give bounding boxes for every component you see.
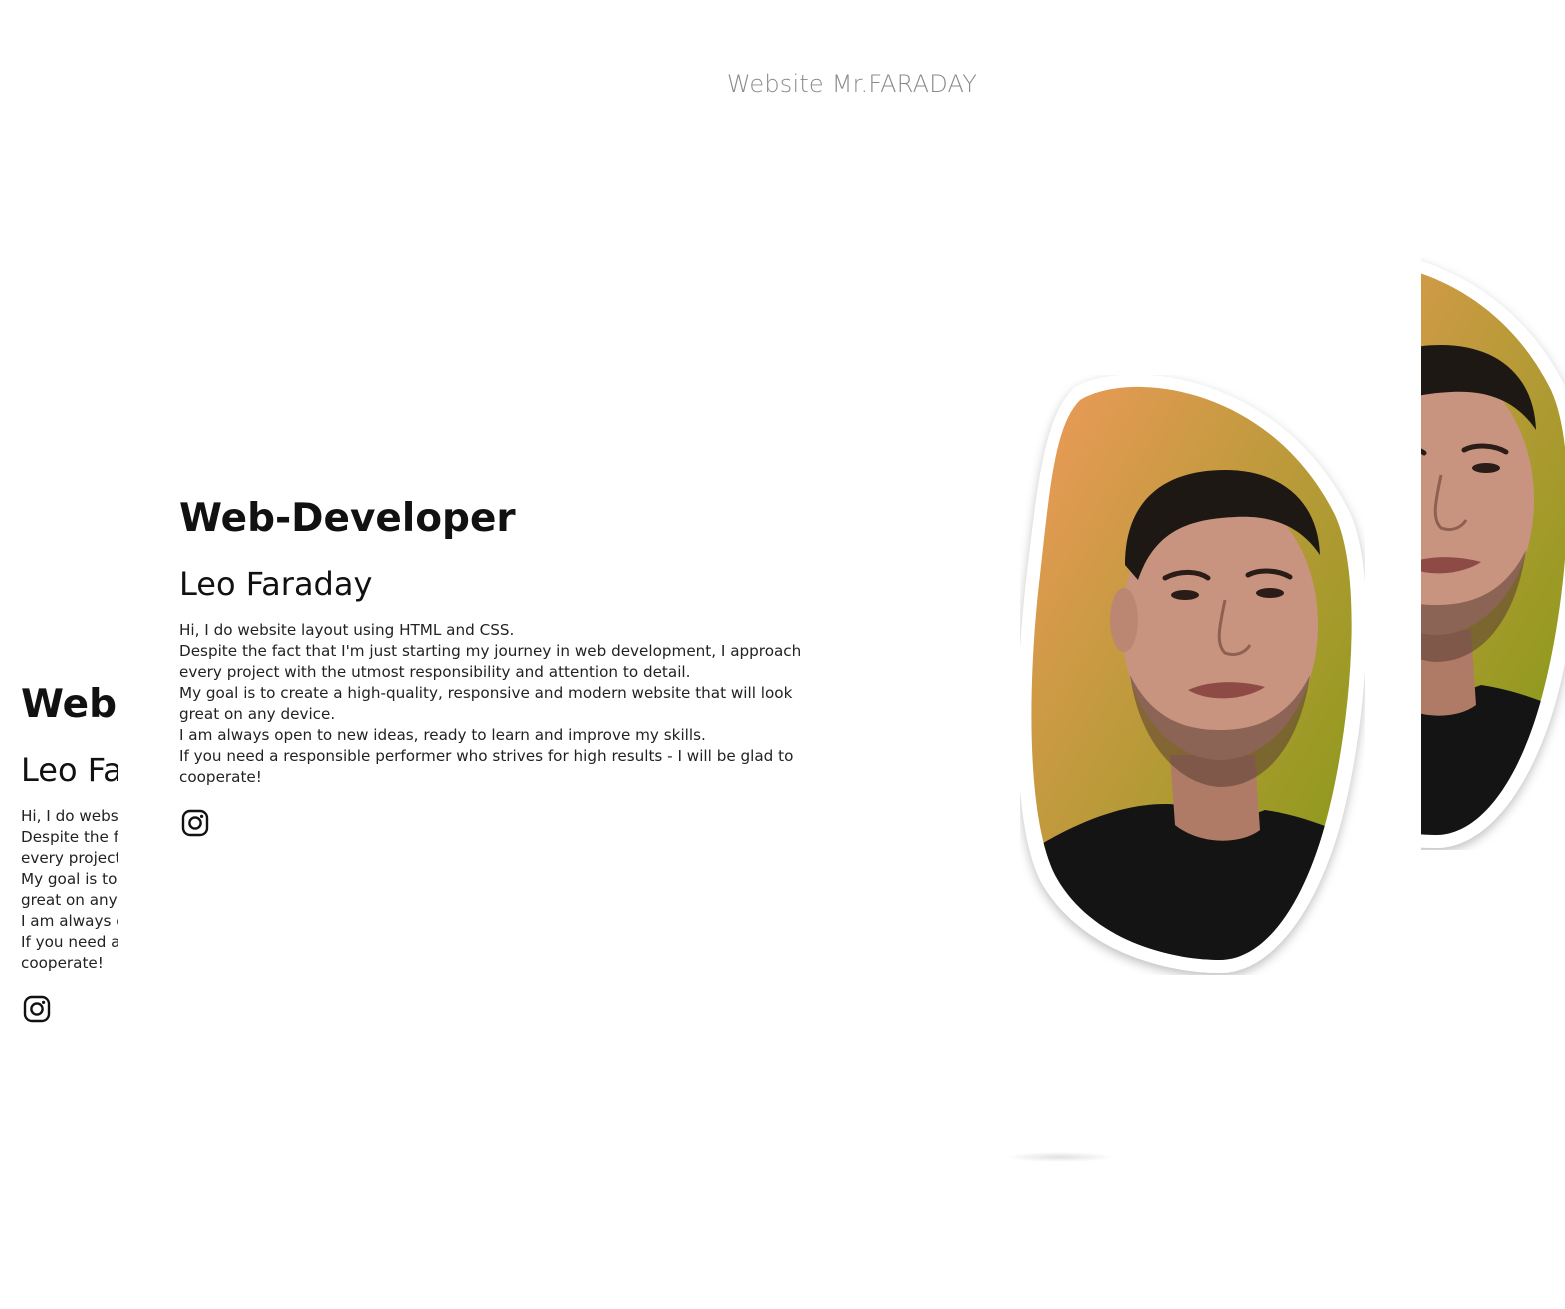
portrait-photo bbox=[1017, 374, 1367, 975]
bio-line: Despite the fact that I'm just starting … bbox=[21, 828, 118, 868]
role-heading: Web-Developer bbox=[179, 496, 516, 541]
bio-text: Hi, I do website layout using HTML and C… bbox=[21, 806, 118, 974]
name-heading: Leo Faraday bbox=[21, 750, 118, 789]
bio-line: If you need a responsible performer who … bbox=[179, 747, 794, 787]
bio-line: I am always open to new ideas, ready to … bbox=[179, 726, 706, 745]
bio-line: If you need a responsible performer who … bbox=[21, 933, 118, 973]
bio-line: Hi, I do website layout using HTML and C… bbox=[179, 621, 515, 640]
portrait-photo-duplicate bbox=[1421, 250, 1565, 850]
portrait-photo-duplicate-clip bbox=[1421, 0, 1565, 1309]
bio-line: My goal is to create a high-quality, res… bbox=[21, 870, 118, 910]
bio-line: My goal is to create a high-quality, res… bbox=[179, 684, 793, 724]
hero-duplicate-clip: Web-Developer Leo Faraday Hi, I do websi… bbox=[0, 0, 118, 1309]
bio-line: I am always open to new ideas, ready to … bbox=[21, 912, 118, 931]
role-heading: Web-Developer bbox=[21, 682, 118, 727]
instagram-icon[interactable] bbox=[180, 808, 210, 838]
hero-section: Web-Developer Leo Faraday Hi, I do websi… bbox=[179, 496, 819, 842]
shadow-decoration bbox=[1005, 1152, 1115, 1162]
portfolio-page: Website Mr.FARADAY Web-Developer Leo Far… bbox=[0, 0, 1565, 1309]
hero-section-duplicate: Web-Developer Leo Faraday Hi, I do websi… bbox=[21, 682, 118, 1028]
site-title[interactable]: Website Mr.FARADAY bbox=[0, 70, 1565, 98]
name-heading: Leo Faraday bbox=[179, 564, 373, 603]
bio-line: Hi, I do website layout using HTML and C… bbox=[21, 807, 118, 826]
instagram-icon[interactable] bbox=[22, 994, 52, 1024]
bio-text: Hi, I do website layout using HTML and C… bbox=[179, 620, 819, 788]
bio-line: Despite the fact that I'm just starting … bbox=[179, 642, 802, 682]
